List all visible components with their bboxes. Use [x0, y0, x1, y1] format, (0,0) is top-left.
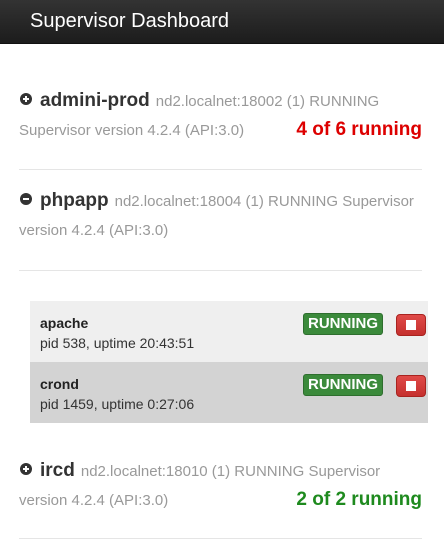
expand-plus-icon[interactable]: [20, 463, 32, 475]
process-list: apache pid 538, uptime 20:43:51 RUNNING …: [30, 301, 428, 423]
server-phpapp: phpapp nd2.localnet:18004 (1) RUNNING Sup…: [19, 170, 422, 271]
running-count: 4 of 6 running: [296, 119, 422, 140]
server-admini-prod: admini-prod nd2.localnet:18002 (1) RUNNIN…: [19, 44, 422, 170]
collapse-minus-icon[interactable]: [20, 193, 32, 205]
status-badge: RUNNING: [303, 313, 383, 335]
stop-button[interactable]: [396, 375, 426, 397]
server-version: version 4.2.4 (API:3.0): [19, 222, 169, 239]
process-detail: pid 1459, uptime 0:27:06: [40, 396, 195, 412]
server-name[interactable]: phpapp: [40, 190, 109, 211]
navbar: Supervisor Dashboard: [0, 0, 444, 44]
server-version-row: Supervisor version 4.2.4 (API:3.0) 4 of …: [19, 119, 422, 143]
server-version-row: version 4.2.4 (API:3.0) 2 of 2 running: [19, 489, 422, 513]
server-list: admini-prod nd2.localnet:18002 (1) RUNNIN…: [0, 44, 444, 539]
stop-button[interactable]: [396, 314, 426, 336]
stop-icon: [406, 381, 416, 391]
running-count: 2 of 2 running: [296, 489, 422, 510]
server-name[interactable]: ircd: [40, 460, 75, 481]
process-row-crond: crond pid 1459, uptime 0:27:06 RUNNING: [30, 362, 428, 423]
server-version-row: version 4.2.4 (API:3.0): [19, 219, 422, 243]
server-header: admini-prod nd2.localnet:18002 (1) RUNNIN…: [19, 89, 422, 114]
server-name[interactable]: admini-prod: [40, 90, 150, 111]
server-version: Supervisor version 4.2.4 (API:3.0): [19, 122, 245, 139]
server-info: nd2.localnet:18004 (1) RUNNING Superviso…: [114, 193, 414, 210]
expand-plus-icon[interactable]: [20, 93, 32, 105]
stop-icon: [406, 320, 416, 330]
navbar-title[interactable]: Supervisor Dashboard: [30, 10, 229, 33]
server-version: version 4.2.4 (API:3.0): [19, 492, 169, 509]
server-info: nd2.localnet:18010 (1) RUNNING Superviso…: [80, 463, 381, 480]
server-header: phpapp nd2.localnet:18004 (1) RUNNING Sup…: [19, 189, 422, 214]
server-info: nd2.localnet:18002 (1) RUNNING: [155, 93, 380, 110]
process-row-apache: apache pid 538, uptime 20:43:51 RUNNING: [30, 301, 428, 362]
server-ircd: ircd nd2.localnet:18010 (1) RUNNING Super…: [19, 441, 422, 539]
server-header: ircd nd2.localnet:18010 (1) RUNNING Super…: [19, 459, 422, 484]
process-detail: pid 538, uptime 20:43:51: [40, 335, 195, 351]
status-badge: RUNNING: [303, 374, 383, 396]
